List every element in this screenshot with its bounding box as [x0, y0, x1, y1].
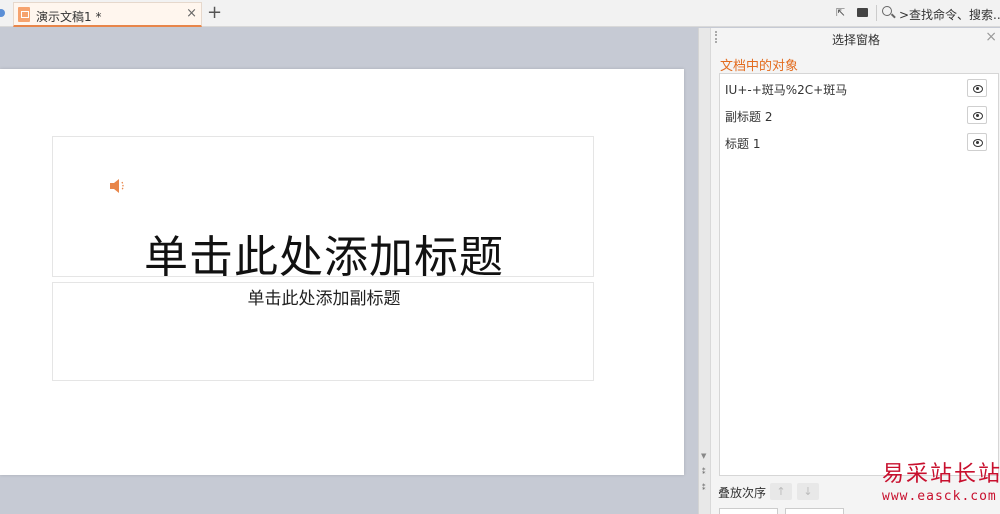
list-item[interactable]: 副标题 2	[720, 102, 998, 129]
show-all-button[interactable]	[719, 508, 778, 514]
pane-title: 选择窗格	[831, 33, 880, 47]
vertical-scrollbar[interactable]: ▼ ⁑ ⁑	[698, 28, 710, 514]
presentation-file-icon	[18, 7, 30, 22]
visibility-eye-icon[interactable]	[967, 106, 987, 124]
subtitle-placeholder[interactable]: 单击此处添加副标题	[52, 282, 594, 381]
object-label: IU+-+斑马%2C+斑马	[725, 83, 848, 97]
search-icon[interactable]	[882, 6, 892, 16]
visibility-eye-icon[interactable]	[967, 79, 987, 97]
prev-slide-icon[interactable]: ⁑	[702, 468, 706, 476]
order-label: 叠放次序	[718, 486, 767, 500]
scroll-down-icon[interactable]: ▼	[701, 452, 706, 460]
watermark-url: www.easck.com	[882, 489, 997, 504]
watermark-logo: 易采站长站 www.easck.com	[868, 456, 1000, 514]
tab-bar: 演示文稿1 * × + ⇱ >查找命令、搜索...	[0, 0, 1000, 27]
pointer-icon[interactable]: ⇱	[836, 6, 845, 19]
comment-icon[interactable]	[857, 8, 868, 17]
bring-forward-button[interactable]: ↑	[770, 483, 792, 500]
object-label: 副标题 2	[725, 110, 773, 124]
close-icon[interactable]: ×	[186, 6, 197, 21]
objects-heading: 文档中的对象	[720, 59, 799, 74]
slide-subtitle[interactable]: 单击此处添加副标题	[53, 284, 595, 309]
next-slide-icon[interactable]: ⁑	[702, 484, 706, 492]
command-search-input[interactable]: >查找命令、搜索...	[899, 6, 1000, 23]
selection-pane: 选择窗格 × 文档中的对象 IU+-+斑马%2C+斑马 副标题 2 标题 1 叠…	[710, 28, 1000, 514]
app-icon	[0, 9, 5, 17]
tab-title: 演示文稿1 *	[36, 10, 102, 24]
title-placeholder[interactable]: 单击此处添加标题	[52, 136, 594, 283]
slide[interactable]: 单击此处添加标题 单击此处添加副标题	[0, 69, 684, 475]
object-label: 标题 1	[725, 137, 761, 151]
app-window: 演示文稿1 * × + ⇱ >查找命令、搜索... 单击此处添加标题 单击此处添…	[0, 0, 1000, 514]
send-backward-button[interactable]: ↓	[797, 483, 819, 500]
slide-canvas[interactable]: 单击此处添加标题 单击此处添加副标题	[0, 28, 698, 514]
list-item[interactable]: 标题 1	[720, 129, 998, 156]
watermark-text: 易采站长站	[882, 462, 1000, 487]
hide-all-button[interactable]	[785, 508, 844, 514]
new-tab-button[interactable]: +	[207, 2, 222, 23]
speaker-icon[interactable]	[109, 178, 127, 194]
toolbar-divider	[876, 5, 877, 21]
visibility-eye-icon[interactable]	[967, 133, 987, 151]
slide-title[interactable]: 单击此处添加标题	[53, 221, 595, 285]
close-icon[interactable]: ×	[985, 29, 997, 45]
object-list[interactable]: IU+-+斑马%2C+斑马 副标题 2 标题 1	[719, 73, 999, 476]
list-item[interactable]: IU+-+斑马%2C+斑马	[720, 75, 998, 102]
tab-document[interactable]: 演示文稿1 * ×	[13, 2, 202, 27]
